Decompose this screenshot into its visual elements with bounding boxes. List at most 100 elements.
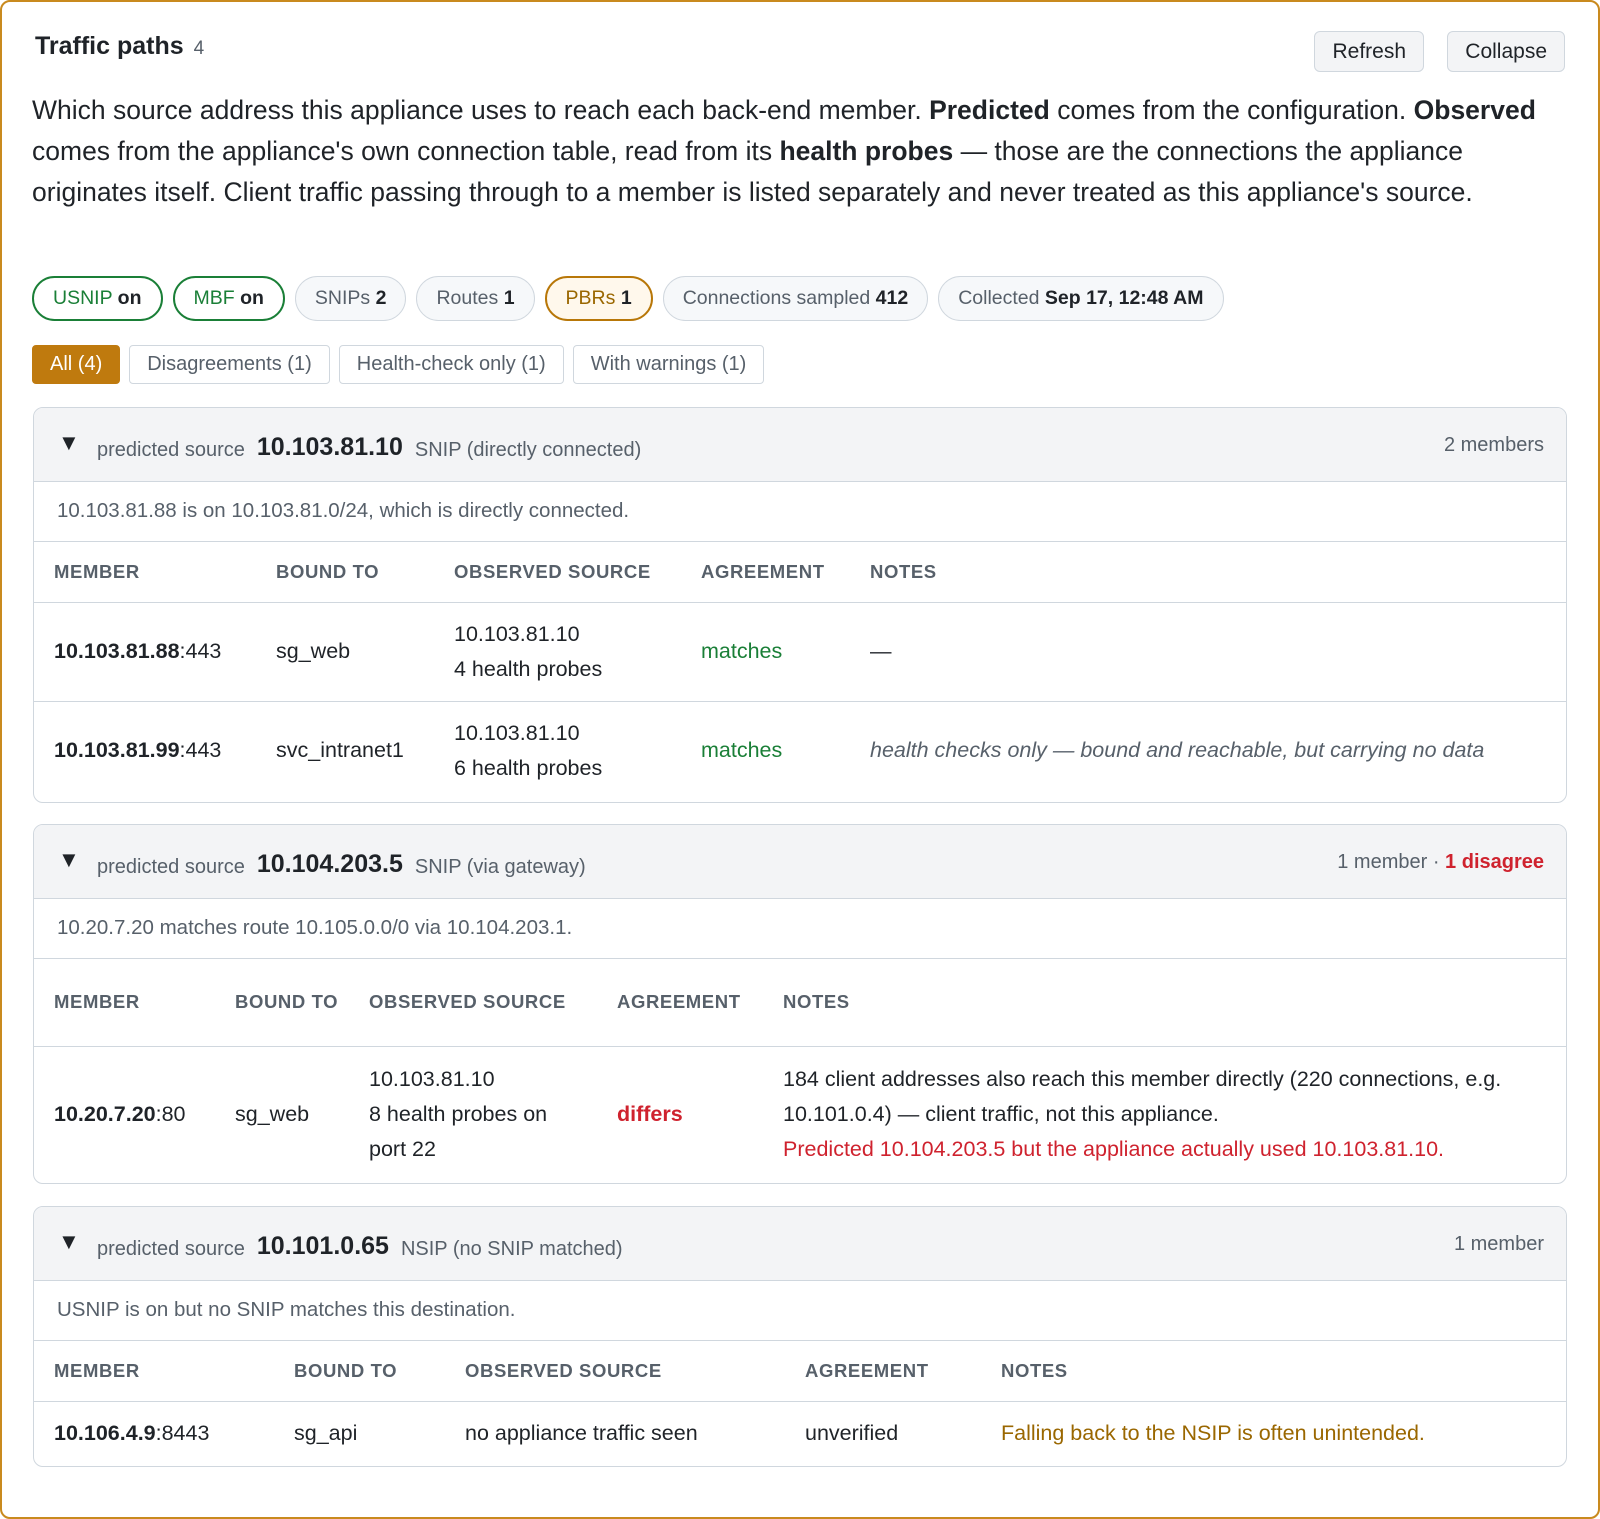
member-count: 1 member <box>1337 851 1428 873</box>
refresh-button[interactable]: Refresh <box>1314 31 1424 72</box>
chip-collected: Collected Sep 17, 12:48 AM <box>938 276 1224 321</box>
observed-source-cell: no appliance traffic seen <box>465 1420 698 1445</box>
filter-bar: All (4) Disagreements (1) Health-check onl… <box>32 345 773 384</box>
column-member: MEMBER <box>34 542 256 603</box>
column-agreement: AGREEMENT <box>681 542 850 603</box>
chip-label: Collected <box>958 287 1040 309</box>
member-cell: 10.103.81.88:443 <box>34 602 256 702</box>
collapse-triangle-icon[interactable]: ▼ <box>58 1229 80 1255</box>
notes-cell: health checks only — bound and reachable… <box>870 738 1485 763</box>
table-row: 10.106.4.9:8443 sg_api no appliance traf… <box>34 1401 1566 1465</box>
panel-title: Traffic paths 4 <box>35 32 204 61</box>
member-ip: 10.103.81.99 <box>54 738 180 763</box>
group-header[interactable]: ▼ predicted source 10.101.0.65 NSIP (no SN… <box>34 1207 1566 1281</box>
filter-all[interactable]: All (4) <box>32 345 121 384</box>
member-ip: 10.106.4.9 <box>54 1420 156 1445</box>
column-agreement: AGREEMENT <box>597 959 763 1047</box>
member-port: :443 <box>179 738 222 763</box>
filter-health-check-only[interactable]: Health-check only (1) <box>338 345 564 384</box>
observed-source-cell: 10.103.81.10 4 health probes <box>434 602 681 702</box>
observed-ip: 10.103.81.10 <box>369 1067 495 1092</box>
column-observed-source: OBSERVED SOURCE <box>445 1341 785 1402</box>
predicted-source-ip: 10.104.203.5 <box>256 850 403 878</box>
observed-probes: 4 health probes <box>454 656 603 681</box>
table-header-row: MEMBER BOUND TO OBSERVED SOURCE AGREEMEN… <box>34 959 1566 1047</box>
chip-label: PBRs <box>565 287 616 309</box>
desc-bold: Observed <box>1413 95 1536 125</box>
column-agreement: AGREEMENT <box>785 1341 981 1402</box>
filter-disagreements[interactable]: Disagreements (1) <box>129 345 330 384</box>
members-table: MEMBER BOUND TO OBSERVED SOURCE AGREEMEN… <box>34 959 1566 1183</box>
column-notes: NOTES <box>981 1341 1566 1402</box>
collapse-button[interactable]: Collapse <box>1447 31 1565 72</box>
group-reason: 10.20.7.20 matches route 10.105.0.0/0 vi… <box>34 899 1566 959</box>
collapse-triangle-icon[interactable]: ▼ <box>58 430 80 456</box>
predicted-source-label: predicted source <box>97 856 245 878</box>
chip-label: SNIPs <box>314 287 371 309</box>
chip-value: 412 <box>875 287 909 309</box>
member-port: :8443 <box>155 1420 210 1445</box>
chip-pbrs: PBRs 1 <box>544 276 653 321</box>
summary-separator: · <box>1427 851 1446 873</box>
desc-text: Which source address this appliance uses… <box>32 95 930 125</box>
desc-bold: health probes <box>779 136 954 166</box>
members-table: MEMBER BOUND TO OBSERVED SOURCE AGREEMEN… <box>34 1341 1566 1465</box>
chip-value: 1 <box>620 287 632 309</box>
chip-usnip: USNIP on <box>32 276 163 321</box>
column-member: MEMBER <box>34 1341 274 1402</box>
panel-title-text: Traffic paths <box>35 32 184 60</box>
filter-with-warnings[interactable]: With warnings (1) <box>572 345 765 384</box>
bound-to-cell: sg_web <box>235 1102 310 1127</box>
agreement-cell: differs <box>617 1102 683 1127</box>
notes-cell: 184 client addresses also reach this mem… <box>763 1046 1566 1183</box>
column-bound-to: BOUND TO <box>256 542 434 603</box>
predicted-source-label: predicted source <box>97 1238 245 1260</box>
group-header[interactable]: ▼ predicted source 10.103.81.10 SNIP (dire… <box>34 408 1566 482</box>
chip-mbf: MBF on <box>172 276 285 321</box>
chip-value: on <box>117 287 142 309</box>
table-row: 10.103.81.88:443 sg_web 10.103.81.10 4 he… <box>34 602 1566 702</box>
notes-cell: — <box>850 602 1566 702</box>
column-member: MEMBER <box>34 959 215 1047</box>
column-notes: NOTES <box>850 542 1566 603</box>
source-group: ▼ predicted source 10.101.0.65 NSIP (no SN… <box>33 1206 1567 1467</box>
agreement-cell: matches <box>681 602 850 702</box>
observed-ip: 10.103.81.10 <box>454 621 580 646</box>
table-header-row: MEMBER BOUND TO OBSERVED SOURCE AGREEMEN… <box>34 1341 1566 1402</box>
panel-header: Traffic paths 4 Refresh Collapse <box>35 2 1565 98</box>
client-traffic-note: 184 client addresses also reach this mem… <box>783 1067 1502 1127</box>
member-port: :443 <box>179 639 222 663</box>
column-bound-to: BOUND TO <box>274 1341 445 1402</box>
member-cell: 10.106.4.9:8443 <box>34 1401 274 1465</box>
observed-source-cell: 10.103.81.10 6 health probes <box>434 701 681 800</box>
agreement-cell: unverified <box>805 1420 899 1445</box>
observed-probes: 8 health probes on port 22 <box>369 1102 548 1162</box>
source-kind: SNIP (directly connected) <box>414 439 642 461</box>
notes-cell: Falling back to the NSIP is often uninte… <box>1001 1420 1425 1445</box>
member-count: 2 members <box>1443 434 1544 456</box>
chip-label: USNIP <box>53 287 113 309</box>
member-summary: 1 member · 1 disagree <box>1337 851 1544 874</box>
disagreement-warning: Predicted 10.104.203.5 but the appliance… <box>783 1137 1445 1162</box>
column-observed-source: OBSERVED SOURCE <box>434 542 681 603</box>
chip-snips: SNIPs 2 <box>294 276 407 321</box>
table-header-row: MEMBER BOUND TO OBSERVED SOURCE AGREEMEN… <box>34 542 1566 603</box>
group-title: predicted source 10.104.203.5 SNIP (via ga… <box>97 850 586 880</box>
group-title: predicted source 10.103.81.10 SNIP (direct… <box>97 433 642 463</box>
member-ip: 10.20.7.20 <box>54 1102 156 1127</box>
chip-value: 1 <box>503 287 515 309</box>
desc-text: comes from the appliance's own connectio… <box>32 136 780 166</box>
group-header[interactable]: ▼ predicted source 10.104.203.5 SNIP (via … <box>34 825 1566 899</box>
chip-value: 2 <box>375 287 387 309</box>
table-row: 10.103.81.99:443 svc_intranet1 10.103.81… <box>34 701 1566 800</box>
predicted-source-ip: 10.101.0.65 <box>256 1232 389 1260</box>
group-title: predicted source 10.101.0.65 NSIP (no SNIP… <box>97 1232 623 1262</box>
bound-to-cell: sg_web <box>256 602 434 702</box>
collapse-triangle-icon[interactable]: ▼ <box>58 847 80 873</box>
column-bound-to: BOUND TO <box>215 959 349 1047</box>
group-reason: 10.103.81.88 is on 10.103.81.0/24, which… <box>34 482 1566 542</box>
source-group: ▼ predicted source 10.104.203.5 SNIP (via … <box>33 824 1567 1184</box>
member-count: 1 member <box>1453 1233 1544 1255</box>
group-reason: USNIP is on but no SNIP matches this des… <box>34 1281 1566 1341</box>
table-row: 10.20.7.20:80 sg_web 10.103.81.10 8 healt… <box>34 1046 1566 1183</box>
